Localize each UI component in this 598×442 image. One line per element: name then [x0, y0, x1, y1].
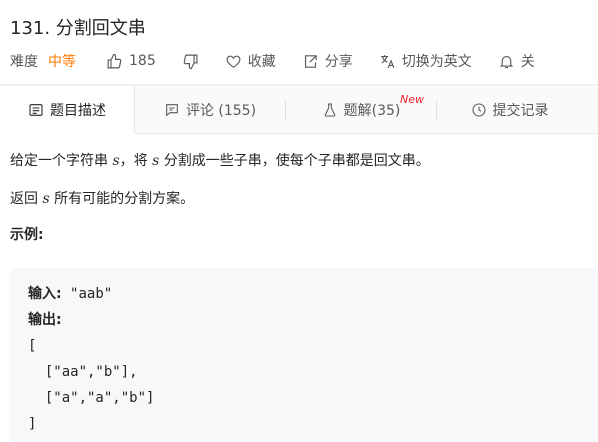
thumbs-down-icon [183, 54, 198, 69]
thumbs-up-icon [107, 53, 122, 68]
clock-icon [471, 102, 486, 117]
tab-comments[interactable]: 评论 (155) [135, 86, 285, 133]
description-text: 返回 [10, 191, 43, 207]
like-button[interactable]: 185 [106, 53, 156, 70]
description-text: ，将 [119, 153, 153, 169]
output-line: [ [28, 338, 37, 354]
description-text: 所有可能的分割方案。 [49, 191, 195, 207]
output-line: ["aa","b"], [28, 364, 138, 380]
tab-submissions-label: 提交记录 [492, 102, 549, 119]
output-line: ["a","a","b"] [28, 390, 155, 406]
problem-meta-bar: 难度 中等 185 收藏 分享 切换为英文 关 [10, 50, 561, 72]
flask-icon [324, 102, 335, 117]
difficulty-badge: 中等 [48, 54, 76, 70]
tab-comments-label: 评论 (155) [185, 102, 257, 119]
description-paragraph: 返回 s 所有可能的分割方案。 [10, 188, 590, 210]
tab-solutions-label: 题解(35) [343, 102, 401, 119]
bell-icon [499, 55, 513, 68]
output-label: 输出: [28, 312, 62, 328]
like-count: 185 [129, 53, 156, 69]
variable-s: s [112, 153, 120, 169]
tab-submissions[interactable]: 提交记录 [437, 86, 582, 133]
comment-icon [166, 103, 178, 116]
follow-label: 关 [520, 54, 535, 70]
description-text: 给定一个字符串 [10, 153, 113, 169]
dislike-button[interactable] [182, 53, 199, 70]
problem-description: 给定一个字符串 s，将 s 分割成一些子串，使每个子串都是回文串。 返回 s 所… [10, 150, 590, 262]
input-label: 输入: [28, 286, 62, 302]
translate-icon [380, 54, 395, 68]
input-value: "aab" [61, 286, 113, 302]
tab-bar: 题目描述 评论 (155) 题解(35) New 提交记录 [0, 86, 598, 134]
variable-s: s [42, 191, 50, 207]
share-icon [304, 54, 317, 68]
problem-title: 131. 分割回文串 [10, 18, 146, 39]
description-icon [29, 104, 43, 116]
output-line: ] [28, 416, 37, 432]
switch-language-label: 切换为英文 [401, 54, 472, 70]
example-title: 示例: [10, 227, 44, 243]
share-button[interactable]: 分享 [302, 51, 353, 71]
difficulty-label: 难度 [10, 54, 38, 70]
description-text: 分割成一些子串，使每个子串都是回文串。 [159, 153, 430, 169]
heart-icon [226, 55, 241, 68]
favorite-button[interactable]: 收藏 [225, 51, 276, 71]
follow-button[interactable]: 关 [498, 51, 535, 71]
tab-description[interactable]: 题目描述 [0, 86, 135, 134]
favorite-label: 收藏 [247, 54, 276, 70]
switch-language-button[interactable]: 切换为英文 [379, 51, 472, 71]
example-code-block: 输入: "aab" 输出: [ ["aa","b"], ["a","a","b"… [10, 268, 598, 442]
share-label: 分享 [324, 54, 353, 70]
new-badge: New [400, 93, 424, 106]
description-paragraph: 给定一个字符串 s，将 s 分割成一些子串，使每个子串都是回文串。 [10, 150, 590, 172]
tab-description-label: 题目描述 [50, 103, 106, 119]
